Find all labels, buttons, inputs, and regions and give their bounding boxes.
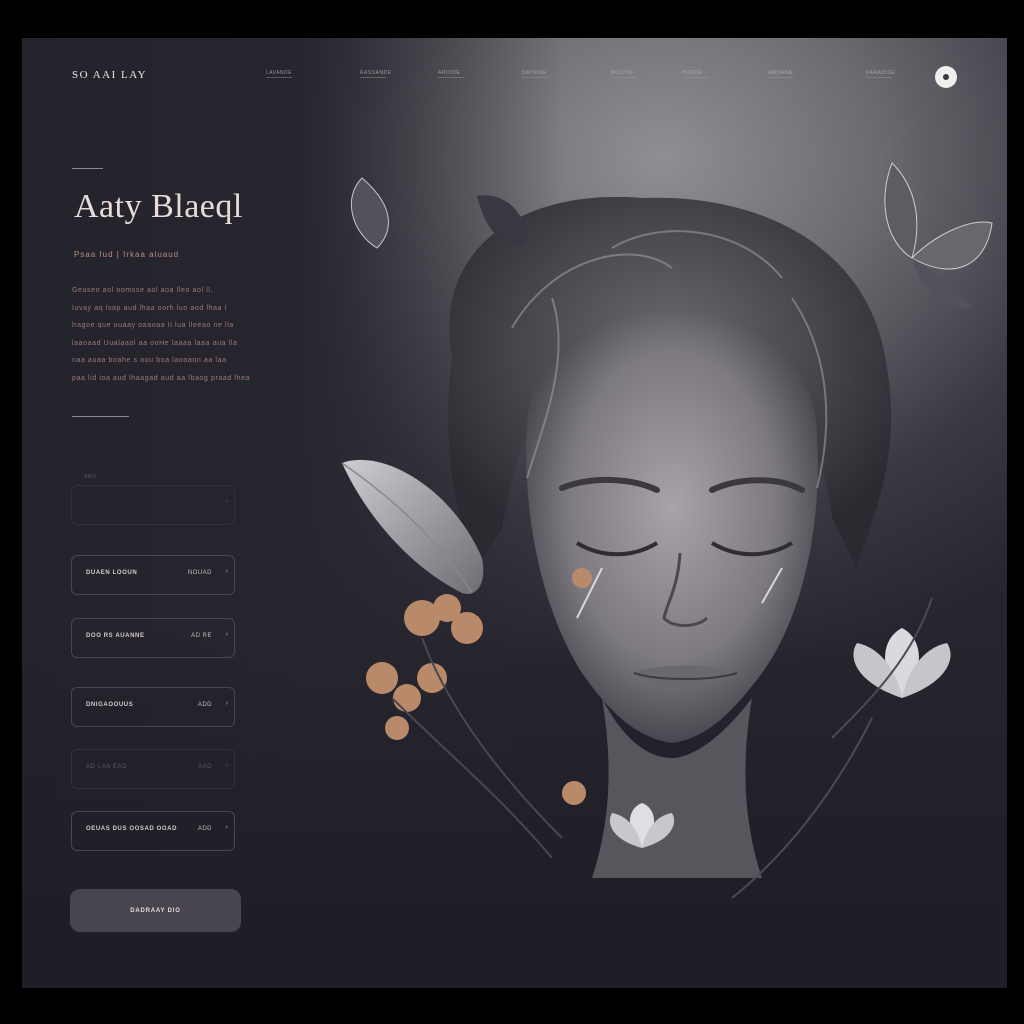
chevron-right-icon: › <box>225 824 228 831</box>
nav-item-4[interactable]: DAYFINE <box>522 70 548 78</box>
butterfly-icon <box>350 177 389 249</box>
chevron-right-icon: › <box>225 568 228 575</box>
chevron-right-icon: › <box>225 498 228 505</box>
divider <box>72 416 129 417</box>
field-label: AAO <box>84 474 97 480</box>
hero-illustration <box>341 162 993 899</box>
description-line: Geuseo aol oomsse aol aoa lleo aol ll, <box>72 287 214 294</box>
nav-item-8[interactable]: PARADISE <box>866 70 895 78</box>
nav-item-2[interactable]: RASSANDE <box>360 70 392 78</box>
app-window: SO AAI LAY LAVANDE RASSANDE AROIDE DAYFI… <box>22 38 1007 988</box>
butterfly-icon <box>884 162 993 309</box>
top-nav: LAVANDE RASSANDE AROIDE DAYFINE ROUTIN H… <box>262 70 962 78</box>
description-line: lragoe que uuaay oaaoaa Ii lua lleeao ne… <box>72 322 234 329</box>
divider <box>72 168 103 169</box>
submit-button[interactable]: DADRAAY DIO <box>70 889 241 932</box>
description-line: Iuvay aq lsap aud lhaa oorh luo aod lhaa… <box>72 304 227 312</box>
field-label: DNIGAOOUUS <box>86 702 134 708</box>
chevron-right-icon: › <box>225 762 228 769</box>
description-line: naa auaa boahe s oou boa laooaon aa laa <box>72 357 227 364</box>
chevron-right-icon: › <box>225 700 228 707</box>
form-field[interactable]: DUAEN LOOUN NOUAD › <box>71 555 235 595</box>
brand-logo[interactable]: SO AAI LAY <box>72 69 147 81</box>
form-field[interactable]: AAO › <box>71 474 235 525</box>
page-title: Aaty Blaeql <box>74 188 243 225</box>
field-value: NOUAD <box>187 570 212 576</box>
description-line: paa lid ioa aud lhaagad aud aa lbaog pra… <box>72 374 251 382</box>
description-line: laaoaad Uualaaol aa ooHe laaaa laaa aua … <box>72 339 238 347</box>
field-value: AD RE <box>191 633 212 639</box>
nav-item-6[interactable]: HORDE <box>682 70 708 78</box>
field-label: DOO RS AUANNE <box>86 633 145 639</box>
field-value: ADD <box>197 702 212 708</box>
field-label: DUAEN LOOUN <box>86 570 138 576</box>
nav-item-5[interactable]: ROUTIN <box>611 70 637 78</box>
field-value: ADD <box>197 826 212 832</box>
butterfly-icon <box>477 195 527 244</box>
description-text: Geuseo aol oomsse aol aoa lleo aol ll, I… <box>72 282 272 387</box>
flower-icon <box>853 628 951 698</box>
form-field[interactable]: AD LAA EAD AAD › <box>71 749 235 789</box>
profile-button[interactable] <box>935 66 957 88</box>
form-field[interactable]: OEUAS DUS OOSAD OOAD ADD › <box>71 811 235 851</box>
chevron-right-icon: › <box>225 631 228 638</box>
nav-item-7[interactable]: AMOANE <box>768 70 794 78</box>
form-field[interactable]: DNIGAOOUUS ADD › <box>71 687 235 727</box>
nav-item-1[interactable]: LAVANDE <box>266 70 292 78</box>
nav-item-3[interactable]: AROIDE <box>438 70 464 78</box>
user-circle-icon <box>943 74 949 80</box>
page-subtitle: Psaa Iud | Irkaa aluaud <box>74 250 180 259</box>
form-field[interactable]: DOO RS AUANNE AD RE › <box>71 618 235 658</box>
field-label: OEUAS DUS OOSAD OOAD <box>86 826 178 832</box>
field-label: AD LAA EAD <box>86 764 128 770</box>
field-value: AAD <box>198 764 212 770</box>
